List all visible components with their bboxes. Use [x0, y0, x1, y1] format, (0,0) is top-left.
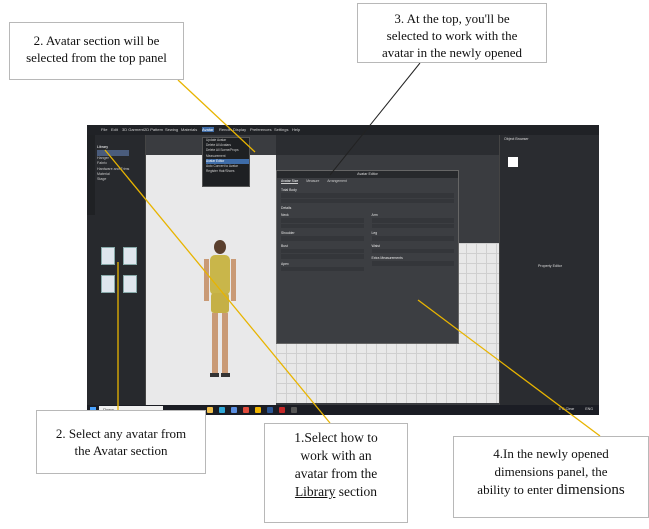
- system-tray: 5°C Clear ENG: [559, 407, 593, 411]
- size-row[interactable]: [371, 261, 454, 266]
- section-waist: Waist: [371, 243, 380, 248]
- section-leg: Leg: [371, 231, 378, 235]
- tab-avatar-size[interactable]: Avatar Size: [281, 179, 299, 184]
- menu-register-hair[interactable]: Register Hair/Shoes: [206, 169, 249, 174]
- avatar-thumb-3[interactable]: [101, 275, 115, 293]
- menu-item-sewing[interactable]: Sewing: [165, 127, 178, 132]
- callout-text: selected from the top panel: [26, 50, 167, 65]
- size-row[interactable]: [371, 218, 454, 223]
- callout-text: ability to enter: [477, 482, 554, 497]
- dialog-title: Avatar Editor: [277, 171, 458, 178]
- menu-item-help[interactable]: Help: [292, 127, 300, 132]
- edge-icon[interactable]: [219, 407, 225, 413]
- avatar-thumb-2[interactable]: [123, 247, 137, 265]
- object-browser-title: Object Browser: [504, 137, 529, 141]
- size-row[interactable]: [371, 236, 454, 241]
- pdf-icon[interactable]: [279, 407, 285, 413]
- menu-item-preferences[interactable]: Preferences: [250, 127, 272, 132]
- callout-step3: 3. At the top, you'll be selected to wor…: [357, 3, 547, 63]
- tab-measure[interactable]: Measure: [306, 179, 319, 183]
- size-row[interactable]: [281, 218, 364, 223]
- library-side-tab[interactable]: [87, 135, 95, 215]
- library-list: Library Hanger Fabric Hardware and Trims…: [97, 145, 130, 183]
- menu-item-render[interactable]: Render: [219, 127, 232, 132]
- callout-text: 4.In the newly opened: [493, 446, 609, 461]
- size-row[interactable]: [281, 266, 364, 271]
- details-right-column: Arm Leg Waist Extra Measurements: [368, 210, 459, 272]
- callout-text: section: [338, 484, 378, 499]
- avatar-thumbnails: [97, 225, 143, 295]
- details-columns: Neck Shoulder Bust Apex Arm Leg Waist Ex: [277, 210, 458, 272]
- section-apex: Apex: [281, 261, 289, 266]
- swatch[interactable]: [508, 157, 518, 167]
- callout-text: work with an: [300, 448, 372, 463]
- word-icon[interactable]: [267, 407, 273, 413]
- menu-item-file[interactable]: File: [101, 127, 107, 132]
- callout-text: dimensions panel, the: [494, 464, 608, 479]
- size-row[interactable]: [281, 236, 364, 241]
- menu-item-2d-pattern[interactable]: 2D Pattern: [144, 127, 163, 132]
- callout-text: 2. Select any avatar from: [55, 426, 187, 441]
- size-row[interactable]: [371, 223, 454, 228]
- callout-step2: 2. Avatar section will be selected from …: [9, 22, 184, 80]
- callout-text: avatar from the: [294, 466, 378, 481]
- menu-item-edit[interactable]: Edit: [111, 127, 118, 132]
- menu-bar: File Edit 3D Garment 2D Pattern Sewing M…: [87, 125, 599, 135]
- dialog-tabs: Avatar Size Measure Arrangement: [277, 178, 458, 185]
- details-left-column: Neck Shoulder Bust Apex: [277, 210, 368, 272]
- menu-item-materials[interactable]: Materials: [181, 127, 197, 132]
- yandex-icon[interactable]: [255, 407, 261, 413]
- section-extra: Extra Measurements: [371, 256, 403, 260]
- avatar-thumb-1[interactable]: [101, 247, 115, 265]
- weather-text[interactable]: 5°C Clear: [559, 407, 575, 411]
- avatar-menu-dropdown: Update Avatar Delete All Avatars Delete …: [202, 137, 250, 187]
- callout-select-avatar: 2. Select any avatar from the Avatar sec…: [36, 410, 206, 474]
- library-item-stage[interactable]: Stage: [97, 177, 129, 182]
- callout-text: the Avatar section: [74, 443, 168, 458]
- size-row[interactable]: [371, 248, 454, 253]
- explorer-icon[interactable]: [207, 407, 213, 413]
- size-row[interactable]: [281, 254, 364, 259]
- store-icon[interactable]: [231, 407, 237, 413]
- section-neck: Neck: [281, 213, 289, 217]
- clo3d-screenshot: File Edit 3D Garment 2D Pattern Sewing M…: [87, 125, 599, 415]
- callout-text-line: Library section: [265, 483, 407, 501]
- section-shoulder: Shoulder: [281, 231, 295, 235]
- section-bust: Bust: [281, 243, 288, 248]
- property-editor-title: Property Editor: [538, 264, 562, 268]
- callout-text-line: ability to enter dimensions: [454, 481, 648, 499]
- avatar-editor-dialog: Avatar Editor Avatar Size Measure Arrang…: [276, 170, 459, 344]
- 2d-pattern-toolbar: [276, 135, 499, 155]
- clo-icon[interactable]: [291, 407, 297, 413]
- callout-text: 3. At the top, you'll be: [394, 11, 510, 26]
- size-row[interactable]: [281, 198, 454, 203]
- tab-arrangement[interactable]: Arrangement: [327, 179, 347, 183]
- callout-text-emphasis: dimensions: [556, 482, 625, 498]
- chrome-icon[interactable]: [243, 407, 249, 413]
- menu-item-settings[interactable]: Settings: [274, 127, 288, 132]
- avatar-thumb-4[interactable]: [123, 275, 137, 293]
- library-panel: Library Hanger Fabric Hardware and Trims…: [87, 135, 146, 405]
- callout-text: 1.Select how to: [294, 430, 378, 445]
- size-row[interactable]: [281, 193, 454, 198]
- callout-text: avatar in the newly opened: [381, 45, 523, 60]
- callout-text: 2. Avatar section will be: [33, 33, 160, 48]
- menu-item-display[interactable]: Display: [233, 127, 246, 132]
- right-panel: Object Browser Property Editor: [499, 135, 599, 405]
- avatar-figure[interactable]: [200, 235, 240, 390]
- section-arm: Arm: [371, 213, 378, 217]
- language-indicator[interactable]: ENG: [585, 407, 593, 411]
- callout-text: selected to work with the: [386, 28, 518, 43]
- menu-item-avatar[interactable]: Avatar: [202, 127, 214, 132]
- callout-step4: 4.In the newly opened dimensions panel, …: [453, 436, 649, 518]
- library-link-text: Library: [294, 484, 336, 499]
- callout-step1: 1.Select how to work with an avatar from…: [264, 423, 408, 523]
- menu-item-3d-garment[interactable]: 3D Garment: [122, 127, 144, 132]
- section-total-body[interactable]: Total Body: [277, 188, 458, 192]
- size-row[interactable]: [281, 223, 364, 228]
- size-row[interactable]: [281, 248, 364, 253]
